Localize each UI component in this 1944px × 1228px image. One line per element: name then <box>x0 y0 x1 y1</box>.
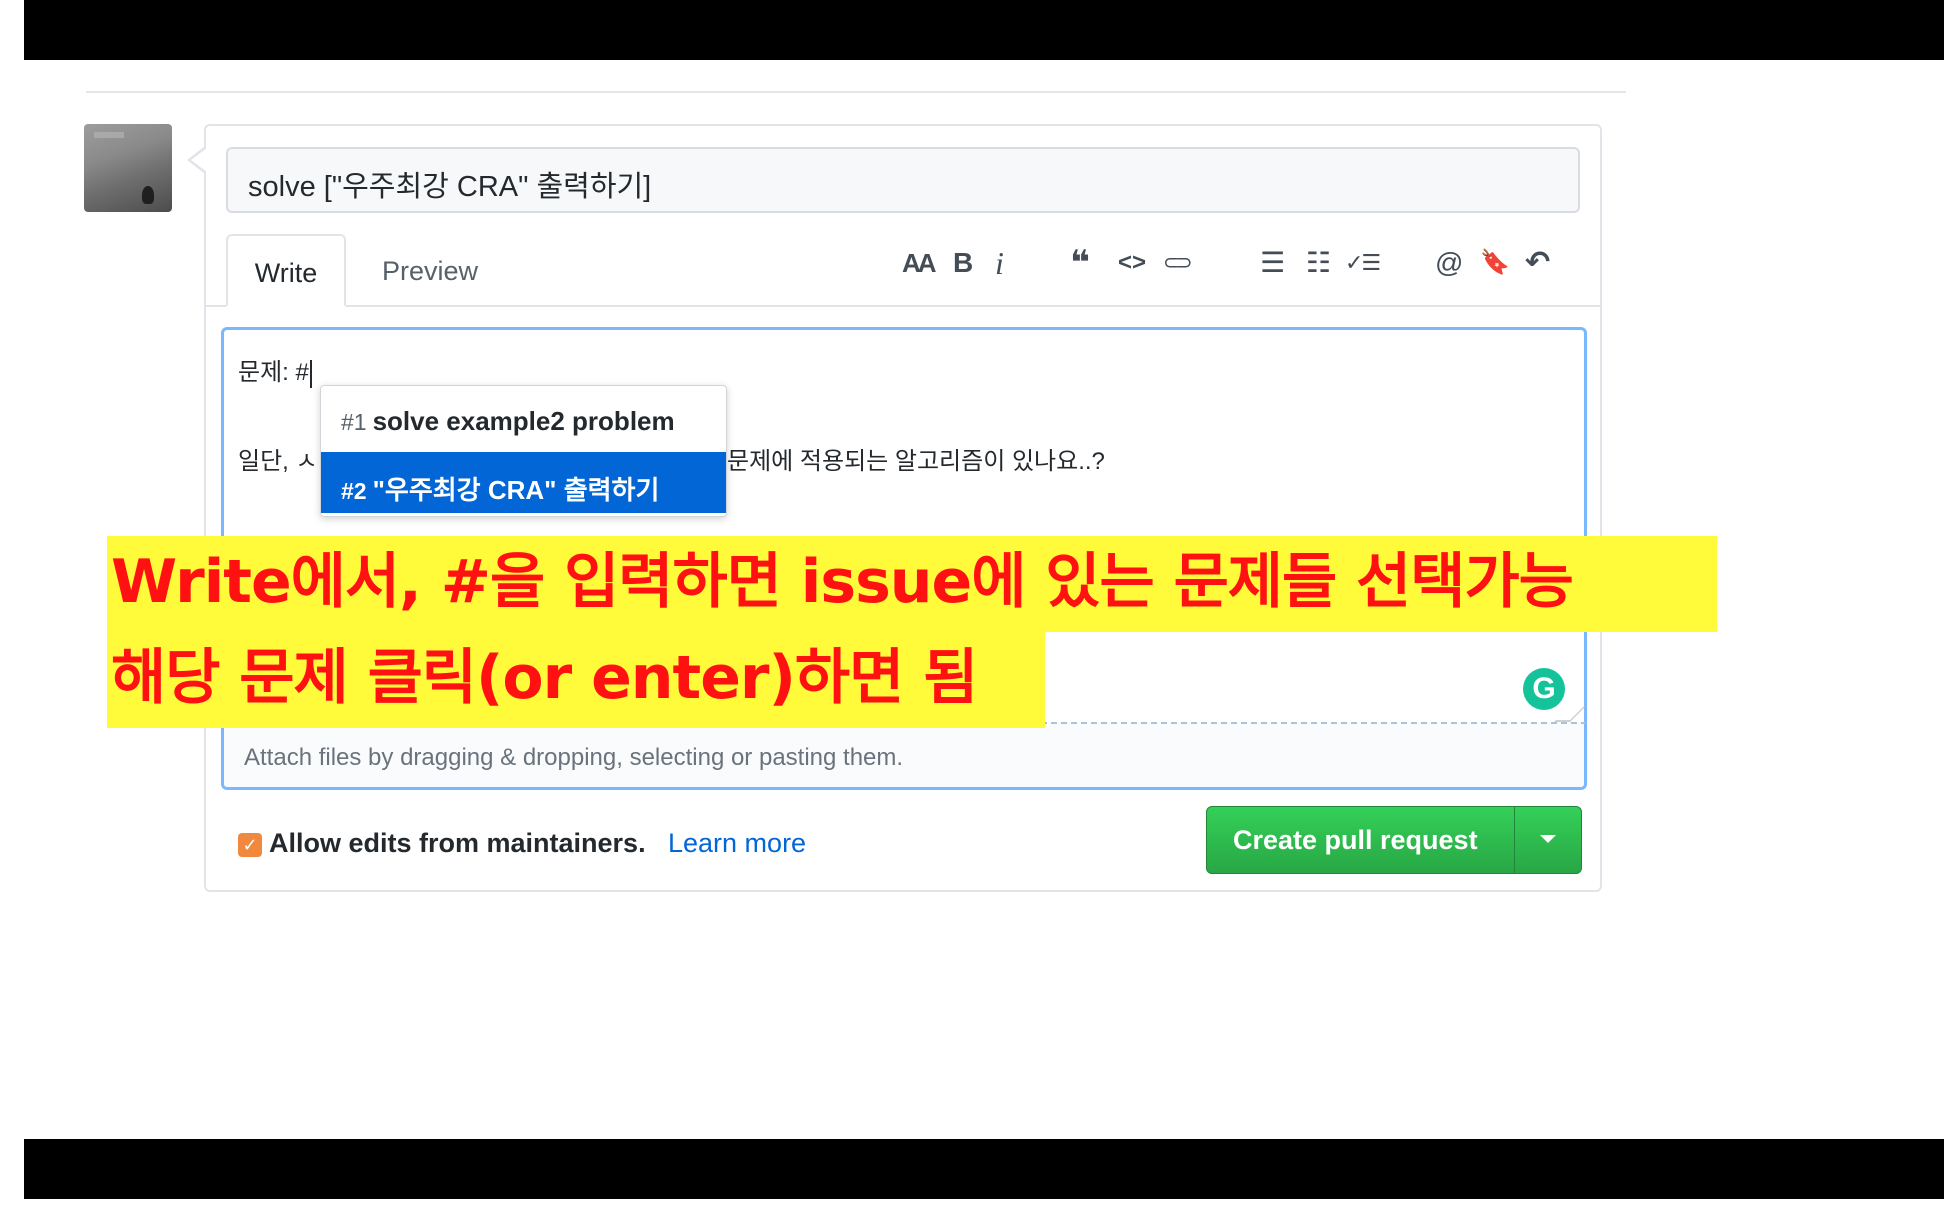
autocomplete-item[interactable]: #1 solve example2 problem <box>321 388 726 449</box>
attach-files-hint[interactable]: Attach files by dragging & dropping, sel… <box>221 722 1587 790</box>
text-cursor <box>309 359 312 388</box>
mention-icon[interactable]: @ <box>1435 246 1463 280</box>
grammarly-icon[interactable]: G <box>1523 668 1565 710</box>
body-line-2-start: 일단, ㅅ <box>238 448 318 475</box>
annotation-line-2: 해당 문제 클릭(or enter)하면 됨 <box>107 632 1045 728</box>
body-line-2-end: 문제에 적용되는 알고리즘이 있나요..? <box>727 448 1105 475</box>
chevron-down-icon[interactable] <box>1540 835 1556 843</box>
quote-icon[interactable]: ❝ <box>1070 246 1090 280</box>
code-icon[interactable]: <> <box>1118 246 1146 280</box>
bold-icon[interactable]: B <box>953 246 973 280</box>
issue-autocomplete-menu: #1 solve example2 problem #2 "우주최강 CRA" 출력… <box>320 385 727 517</box>
create-pull-request-button[interactable]: Create pull request <box>1206 806 1582 874</box>
tab-preview[interactable]: Preview <box>356 234 504 307</box>
allow-edits-label: Allow edits from maintainers. <box>269 828 646 858</box>
avatar[interactable] <box>84 124 172 212</box>
tab-write[interactable]: Write <box>226 234 346 307</box>
learn-more-link[interactable]: Learn more <box>668 828 806 859</box>
divider <box>86 91 1626 93</box>
bulleted-list-icon[interactable]: ☰ <box>1260 246 1285 280</box>
create-pull-request-label: Create pull request <box>1233 825 1478 855</box>
autocomplete-item-selected[interactable]: #2 "우주최강 CRA" 출력하기 <box>321 452 726 513</box>
numbered-list-icon[interactable]: ☷ <box>1306 246 1331 280</box>
task-list-icon[interactable]: ✓☰ <box>1345 246 1381 280</box>
body-line-1: 문제: # <box>238 352 312 388</box>
reply-icon[interactable]: ↶ <box>1525 246 1550 280</box>
top-letterbox-bar <box>24 0 1944 60</box>
bottom-letterbox-bar <box>24 1139 1944 1199</box>
header-icon[interactable]: AA <box>902 246 937 280</box>
italic-icon[interactable]: i <box>995 246 1004 280</box>
title-input[interactable]: solve ["우주최강 CRA" 출력하기] <box>226 147 1580 213</box>
annotation-line-1: Write에서, #을 입력하면 issue에 있는 문제들 선택가능 <box>107 536 1717 632</box>
bookmark-icon[interactable]: 🔖 <box>1480 246 1510 280</box>
link-icon[interactable]: ⊂⊃ <box>1163 246 1192 280</box>
allow-edits-checkbox[interactable]: ✓ <box>238 833 262 857</box>
